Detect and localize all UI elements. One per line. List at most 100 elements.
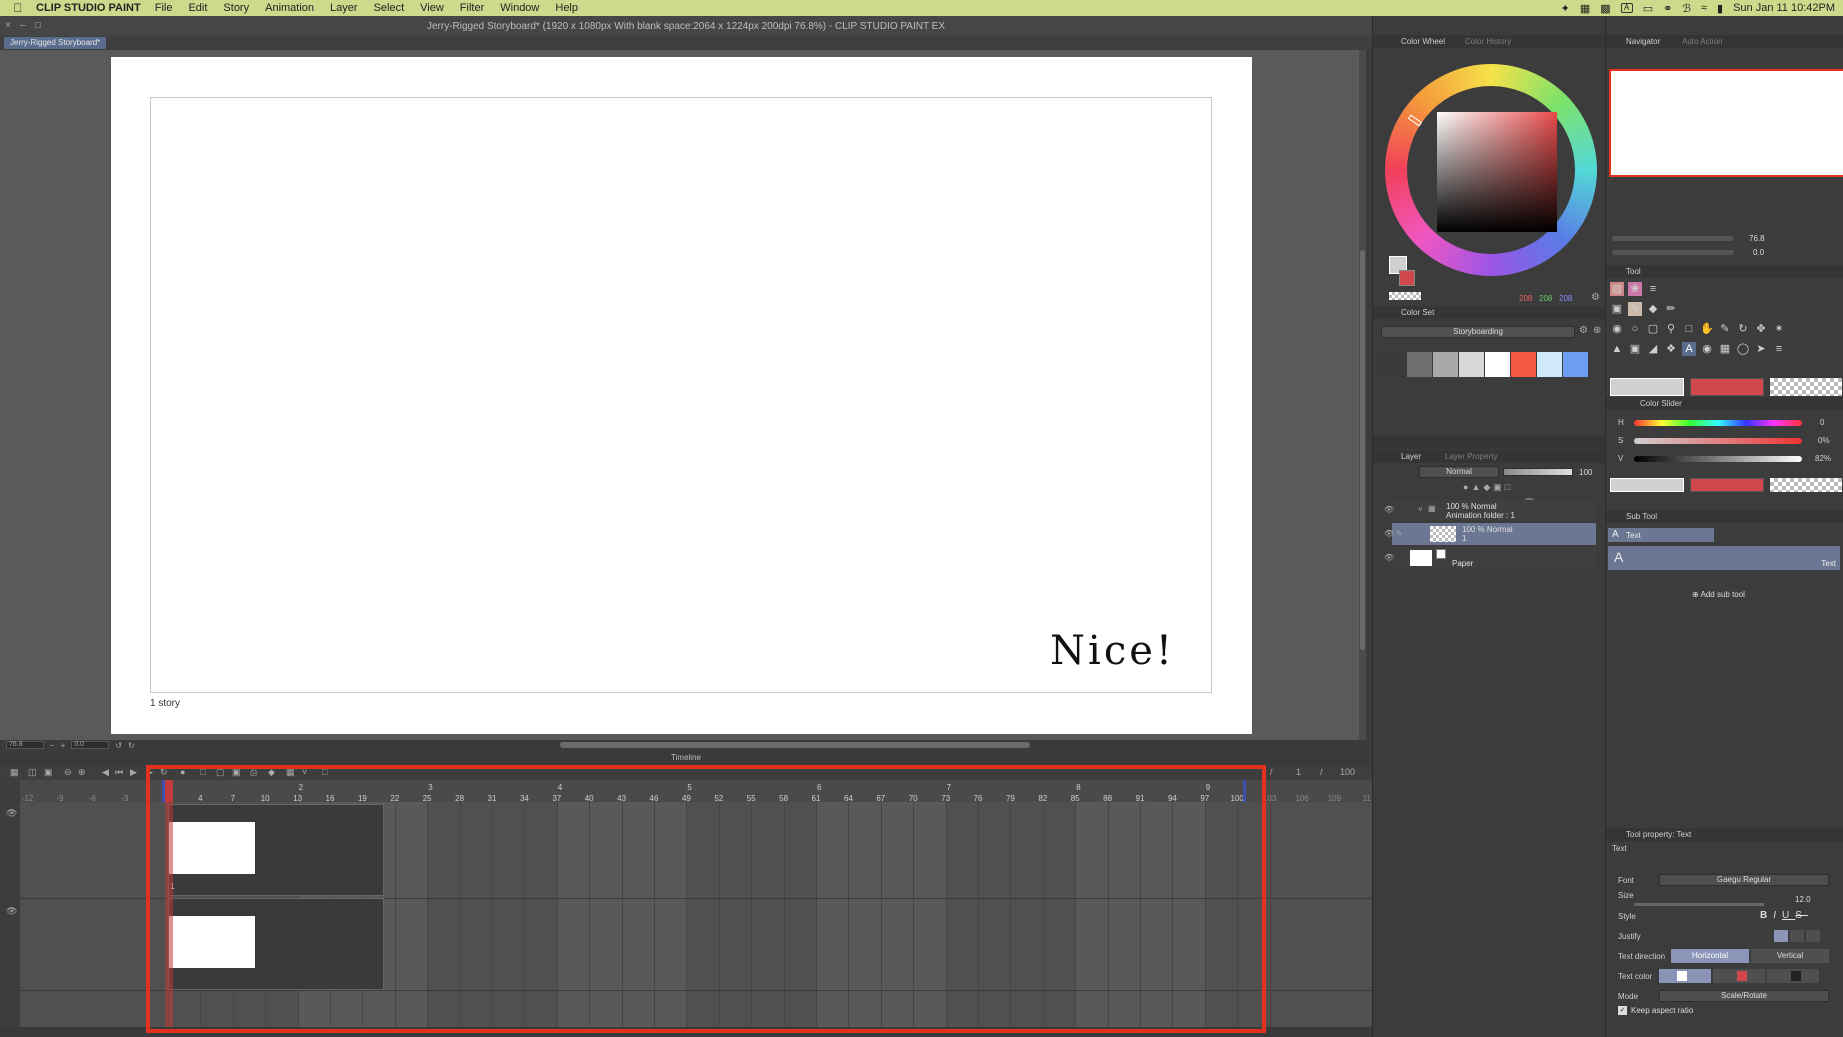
menu-animation[interactable]: Animation: [265, 2, 314, 14]
tool-main-color[interactable]: [1610, 378, 1684, 396]
zoom-out-icon[interactable]: −: [50, 741, 55, 750]
previous-frame-icon[interactable]: ◀: [102, 767, 109, 778]
tab-layer-property[interactable]: Layer Property: [1445, 450, 1497, 463]
color-settings-icon[interactable]: ⚙: [1591, 292, 1600, 303]
s-value[interactable]: 0%: [1818, 436, 1830, 445]
menu-view[interactable]: View: [420, 2, 444, 14]
color-swatch[interactable]: [1433, 352, 1458, 377]
layer-row-cel-1[interactable]: 👁 ✎ 100 % Normal 1: [1384, 523, 1596, 545]
reference-icon[interactable]: ◆: [1483, 482, 1493, 492]
h-value[interactable]: 0: [1820, 418, 1824, 427]
decoration-tool-icon[interactable]: ❀: [1628, 282, 1642, 296]
slider-main-color[interactable]: [1610, 478, 1684, 492]
menu-lines-icon[interactable]: ≡: [1646, 282, 1660, 296]
headphones-icon[interactable]: ⚭: [1663, 2, 1672, 15]
color-set-dropdown[interactable]: Storyboarding: [1381, 326, 1575, 338]
canvas-text[interactable]: Nice!: [1050, 628, 1175, 674]
justify-left-button[interactable]: [1774, 930, 1788, 942]
tab-color-wheel[interactable]: Color Wheel: [1401, 35, 1445, 48]
balloon-icon[interactable]: ◯: [1736, 342, 1750, 356]
app-menu[interactable]: CLIP STUDIO PAINT: [36, 2, 141, 14]
font-dropdown[interactable]: Gaegu Regular: [1659, 874, 1829, 886]
hand-icon[interactable]: ✋: [1700, 322, 1714, 336]
clock[interactable]: Sun Jan 11 10:42PM: [1733, 2, 1835, 14]
menu-filter[interactable]: Filter: [460, 2, 484, 14]
color-swatch[interactable]: [1381, 352, 1406, 377]
wifi-icon[interactable]: ≈: [1701, 2, 1707, 14]
zoom-in-timeline-icon[interactable]: ⊕: [78, 767, 86, 778]
layer-move-icon[interactable]: ▲: [1610, 342, 1624, 356]
text-tool-icon[interactable]: A: [1682, 342, 1696, 356]
navigator-rotation-value[interactable]: 0.0: [1753, 248, 1764, 257]
color-wheel-square[interactable]: [1437, 112, 1557, 232]
text-color-main[interactable]: [1659, 969, 1711, 983]
canvas-horizontal-scrollbar[interactable]: [560, 742, 1030, 748]
tab-layer[interactable]: Layer: [1401, 450, 1421, 463]
menu-layer[interactable]: Layer: [330, 2, 358, 14]
pencil-icon[interactable]: ✏: [1664, 302, 1678, 316]
layer-row-paper[interactable]: 👁 Paper: [1384, 547, 1596, 569]
edit-timeline-icon[interactable]: ◫: [28, 767, 37, 778]
move-icon[interactable]: ✥: [1754, 322, 1768, 336]
tab-navigator[interactable]: Navigator: [1626, 35, 1660, 48]
eraser-icon[interactable]: ▣: [1610, 302, 1624, 316]
input-source-icon[interactable]: A: [1620, 3, 1633, 13]
menu-help[interactable]: Help: [555, 2, 578, 14]
color-swatch[interactable]: [1459, 352, 1484, 377]
tool-transparent-color[interactable]: [1770, 378, 1842, 396]
italic-icon[interactable]: I: [1773, 910, 1782, 921]
object-icon[interactable]: ➤: [1754, 342, 1768, 356]
saturation-slider[interactable]: [1634, 438, 1802, 444]
fill-icon[interactable]: ◉: [1610, 322, 1624, 336]
rotate-right-icon[interactable]: ↻: [128, 741, 135, 750]
direction-horizontal-button[interactable]: Horizontal: [1671, 949, 1749, 963]
scrollbar-thumb[interactable]: [1360, 250, 1365, 650]
color-swatch[interactable]: [1563, 352, 1588, 377]
slider-sub-color[interactable]: [1690, 478, 1764, 492]
canvas-vertical-scrollbar[interactable]: [1359, 50, 1366, 740]
sub-tool-tab-text[interactable]: A Text: [1608, 528, 1714, 542]
v-value[interactable]: 82%: [1815, 454, 1831, 463]
direction-vertical-button[interactable]: Vertical: [1751, 949, 1829, 963]
marker-icon[interactable]: ◆: [1646, 302, 1660, 316]
menu-story[interactable]: Story: [223, 2, 249, 14]
color-swatch[interactable]: [1511, 352, 1536, 377]
chevron-down-icon[interactable]: ˅: [1418, 505, 1423, 514]
canvas-area[interactable]: Nice! 1 story: [0, 50, 1366, 740]
ruler-tool-icon[interactable]: ◢: [1646, 342, 1660, 356]
visibility-icon[interactable]: 👁: [1384, 529, 1394, 538]
mode-dropdown[interactable]: Scale/Rotate: [1659, 990, 1829, 1002]
rotate-left-icon[interactable]: ↺: [115, 741, 122, 750]
tool-sub-color[interactable]: [1690, 378, 1764, 396]
zoom-in-icon[interactable]: +: [61, 741, 66, 750]
menu-select[interactable]: Select: [374, 2, 405, 14]
play-icon[interactable]: ▶: [130, 767, 137, 778]
document-tab[interactable]: Jerry-Rigged Storyboard*: [4, 37, 107, 49]
cast-icon[interactable]: ▭: [1643, 2, 1653, 15]
add-sub-tool-button[interactable]: ⊕ Add sub tool: [1692, 590, 1745, 599]
visibility-icon[interactable]: 👁: [1384, 505, 1394, 514]
transparent-color-swatch[interactable]: [1389, 292, 1421, 300]
sub-tool-item-text[interactable]: A Text: [1608, 546, 1840, 570]
edit-pen-icon[interactable]: ✎: [1396, 529, 1403, 538]
canvas-page[interactable]: Nice! 1 story: [111, 57, 1252, 734]
navigator-zoom-slider[interactable]: [1612, 236, 1734, 241]
add-color-icon[interactable]: ⊕: [1593, 325, 1601, 336]
correction-icon[interactable]: ◉: [1700, 342, 1714, 356]
color-swatch[interactable]: [1407, 352, 1432, 377]
dropbox-icon[interactable]: ✦: [1561, 2, 1570, 15]
rewind-icon[interactable]: ⏮: [115, 767, 123, 778]
blend-icon[interactable]: ○: [1628, 322, 1642, 336]
blend-mode-dropdown[interactable]: Normal: [1419, 466, 1499, 478]
rotate-tool-icon[interactable]: ↻: [1736, 322, 1750, 336]
ruler-icon[interactable]: □: [1505, 482, 1513, 492]
opacity-value[interactable]: 100: [1579, 468, 1592, 477]
track-visibility-icon[interactable]: 👁: [6, 808, 17, 819]
tab-auto-action[interactable]: Auto Action: [1682, 35, 1722, 48]
zoom-field[interactable]: 76.8: [6, 741, 44, 749]
layer-row-animation-folder[interactable]: 👁 ˅ ▦ 100 % Normal Animation folder : 1: [1384, 500, 1596, 520]
monitor-icon[interactable]: ▩: [1600, 2, 1610, 15]
underline-icon[interactable]: U: [1782, 910, 1795, 921]
strikethrough-icon[interactable]: S: [1795, 910, 1808, 921]
navigator-rotation-slider[interactable]: [1612, 250, 1734, 255]
